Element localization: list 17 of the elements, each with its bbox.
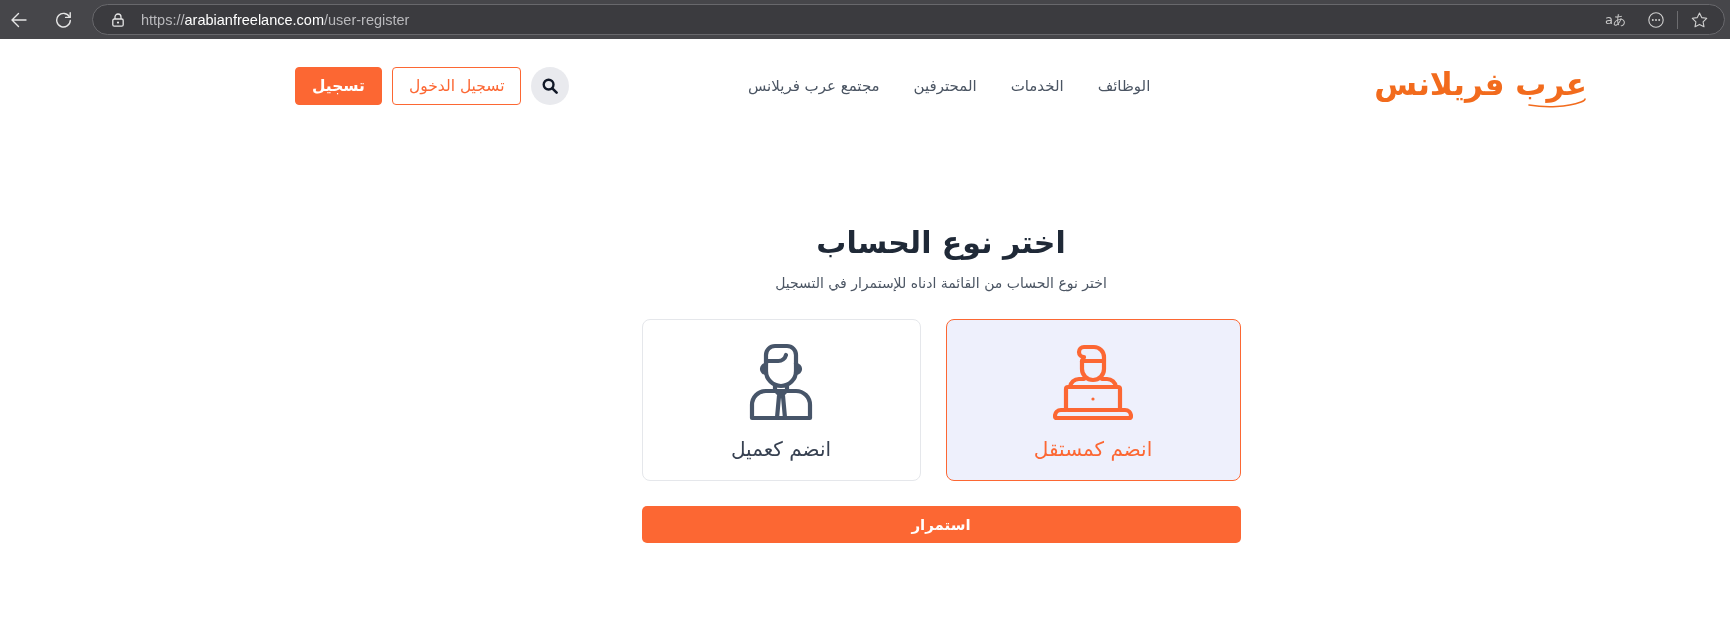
translate-button[interactable]: aあ	[1605, 10, 1626, 29]
account-type-card[interactable]: انضم كعميل	[641, 319, 921, 481]
lock-icon[interactable]	[112, 12, 124, 27]
nav-link[interactable]: الخدمات	[1010, 77, 1064, 95]
search-icon	[542, 78, 559, 94]
reload-icon[interactable]	[55, 11, 72, 28]
more-options-icon[interactable]	[1648, 11, 1664, 28]
star-icon[interactable]	[1691, 11, 1708, 28]
page-title: اختر نوع الحساب	[816, 224, 1066, 262]
back-arrow-icon[interactable]	[11, 11, 27, 28]
nav-link[interactable]: الوظائف	[1097, 77, 1151, 95]
search-button[interactable]	[531, 67, 570, 105]
url-text[interactable]: https://arabianfreelance.com/user-register	[141, 11, 410, 28]
page-subtitle: اختر نوع الحساب من القائمة ادناه للإستمرار في التسجيل	[775, 274, 1107, 294]
nav-link[interactable]: المحترفين	[913, 77, 977, 95]
nav-link[interactable]: مجتمع عرب فريلانس	[747, 77, 880, 95]
address-bar[interactable]: https://arabianfreelance.com/user-register aあ	[92, 4, 1725, 35]
